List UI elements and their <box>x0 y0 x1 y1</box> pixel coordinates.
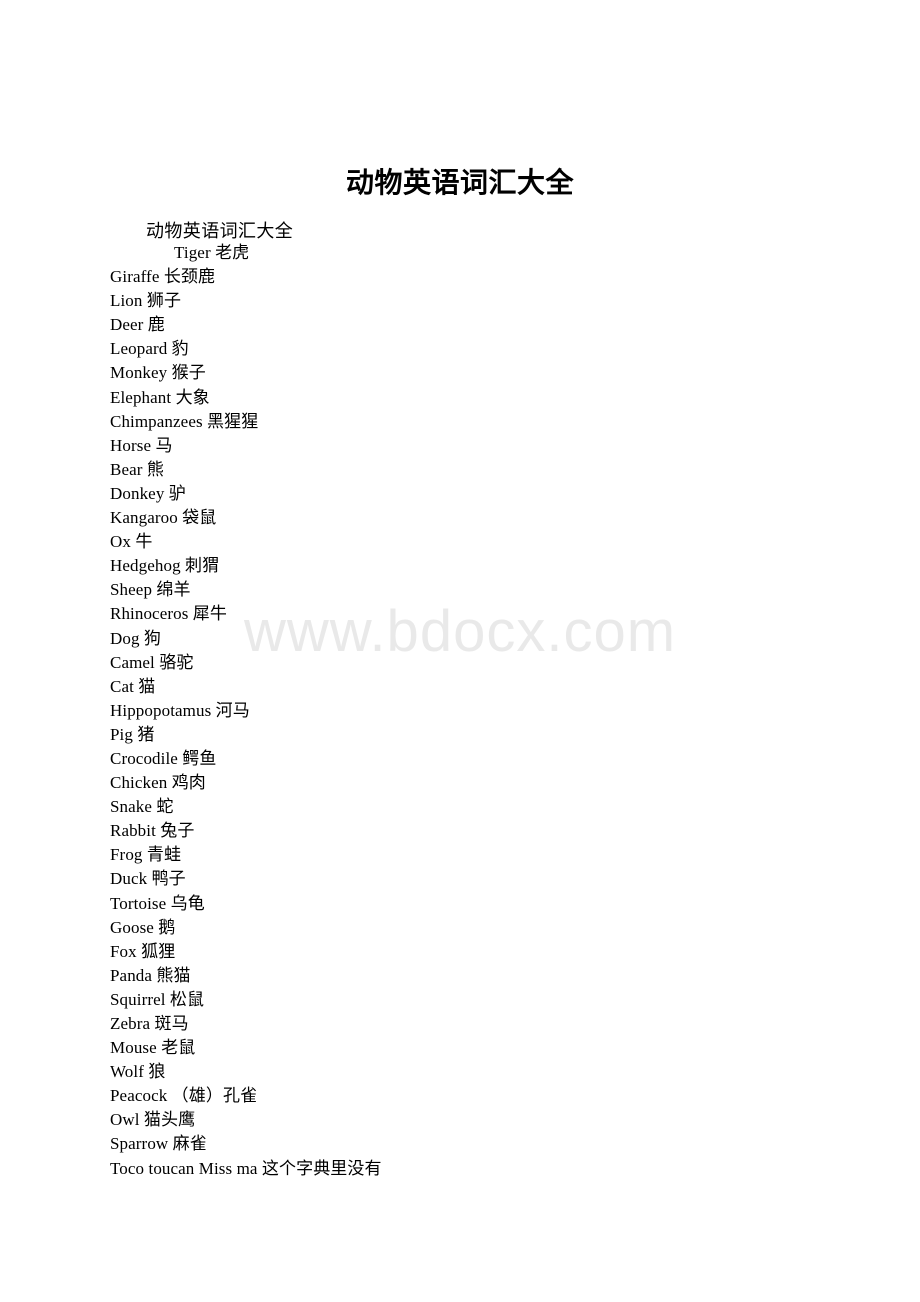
vocabulary-entry: Mouse 老鼠 <box>110 1038 196 1058</box>
vocabulary-entry: Sheep 绵羊 <box>110 580 191 600</box>
vocabulary-entry: Monkey 猴子 <box>110 363 206 383</box>
vocabulary-entry: Deer 鹿 <box>110 315 165 335</box>
vocabulary-entry: Dog 狗 <box>110 628 162 648</box>
vocabulary-entry: Elephant 大象 <box>110 387 210 407</box>
vocabulary-entry: Chimpanzees 黑猩猩 <box>110 411 259 431</box>
vocabulary-list: Tiger 老虎 Giraffe 长颈鹿 Lion 狮子 Deer 鹿 Leopard … <box>110 241 382 1181</box>
vocabulary-entry: Crocodile 鳄鱼 <box>110 748 217 768</box>
vocabulary-entry: Zebra 斑马 <box>110 1014 189 1033</box>
vocabulary-entry: Toco toucan Miss ma 这个字典里没有 <box>110 1158 382 1178</box>
vocabulary-entry: Rhinoceros 犀牛 <box>110 604 227 624</box>
document-page: www.bdocx.com 动物英语词汇大全 动物英语词汇大全 Tiger 老虎… <box>0 0 920 1302</box>
vocabulary-entry: Panda 熊猫 <box>110 965 191 985</box>
vocabulary-entry: Squirrel 松鼠 <box>110 989 205 1009</box>
vocabulary-entry: Wolf 狼 <box>110 1062 166 1082</box>
vocabulary-entry: Snake 蛇 <box>110 797 174 817</box>
vocabulary-entry: Fox 狐狸 <box>110 941 176 961</box>
vocabulary-entry: Camel 骆驼 <box>110 652 194 672</box>
vocabulary-entry: Ox 牛 <box>110 532 153 552</box>
vocabulary-entry: Giraffe 长颈鹿 <box>110 267 216 287</box>
vocabulary-entry: Sparrow 麻雀 <box>110 1134 207 1154</box>
document-subtitle: 动物英语词汇大全 <box>146 221 294 241</box>
vocabulary-entry: Cat 猫 <box>110 676 156 696</box>
vocabulary-entry: Chicken 鸡肉 <box>110 773 206 793</box>
page-title: 动物英语词汇大全 <box>345 167 574 199</box>
vocabulary-entry: Rabbit 兔子 <box>110 821 195 841</box>
vocabulary-entry: Horse 马 <box>110 435 173 455</box>
vocabulary-entry: Pig 猪 <box>110 724 155 744</box>
vocabulary-entry: Donkey 驴 <box>110 483 186 503</box>
vocabulary-entry: Hedgehog 刺猬 <box>110 556 220 576</box>
vocabulary-entry: Hippopotamus 河马 <box>110 700 250 720</box>
vocabulary-entry: Owl 猫头鹰 <box>110 1110 196 1130</box>
vocabulary-entry: Lion 狮子 <box>110 291 182 311</box>
vocabulary-entry: Tortoise 乌龟 <box>110 893 205 913</box>
vocabulary-entry: Leopard 豹 <box>110 339 189 359</box>
vocabulary-entry: Duck 鸭子 <box>110 869 186 889</box>
vocabulary-entry: Bear 熊 <box>110 459 164 479</box>
vocabulary-entry: Peacock （雄）孔雀 <box>110 1086 258 1106</box>
vocabulary-entry: Kangaroo 袋鼠 <box>110 508 217 528</box>
vocabulary-entry: Tiger 老虎 <box>174 243 250 262</box>
vocabulary-entry: Frog 青蛙 <box>110 845 182 865</box>
vocabulary-entry: Goose 鹅 <box>110 917 176 937</box>
